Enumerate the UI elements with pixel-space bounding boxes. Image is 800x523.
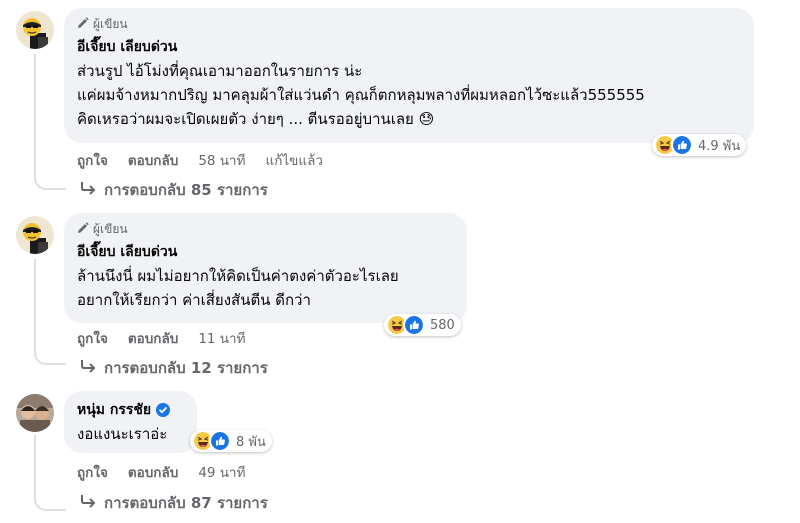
reply-button[interactable]: ตอบกลับ xyxy=(128,149,178,171)
comment-actions: ถูกใจ ตอบกลับ 11 นาที xyxy=(77,327,266,349)
thread-line xyxy=(34,54,36,171)
like-reaction-icon xyxy=(209,430,231,452)
comment-text-line: ล้านนึงนี่ ผมไม่อยากให้คิดเป็นค่าตงค่าตั… xyxy=(77,267,399,285)
pencil-icon xyxy=(77,16,89,32)
reaction-summary[interactable]: 8 พัน xyxy=(190,430,272,452)
view-replies-button[interactable]: การตอบกลับ 12 รายการ xyxy=(80,356,268,380)
author-name[interactable]: อีเจี๊ยบ เลียบด่วน xyxy=(77,243,455,261)
verified-badge-icon xyxy=(156,403,171,417)
comment-actions: ถูกใจ ตอบกลับ 58 นาที แก้ไขแล้ว xyxy=(77,149,343,171)
comment-bubble: หนุ่ม กรรชัย งอแงนะเราอ่ะ xyxy=(64,391,197,453)
author-badge: ผู้เขียน xyxy=(77,16,742,32)
thread-line xyxy=(34,259,36,347)
comment-bubble: ผู้เขียน อีเจี๊ยบ เลียบด่วน ล้านนึงนี่ ผ… xyxy=(64,213,467,323)
comment-text-line: คิดเหรอว่าผมจะเปิดเผยตัว ง่ายๆ ... ตีนรอ… xyxy=(77,110,435,128)
comment-text-line: แค่ผมจ้างหมากปริญ มาคลุมผ้าใส่แว่นดำ คุณ… xyxy=(77,86,645,104)
comment-2: ผู้เขียน อีเจี๊ยบ เลียบด่วน ล้านนึงนี่ ผ… xyxy=(0,205,800,377)
replies-label: การตอบกลับ 87 รายการ xyxy=(104,494,268,512)
avatar[interactable] xyxy=(16,11,54,49)
timestamp[interactable]: 49 นาที xyxy=(198,461,245,483)
avatar[interactable] xyxy=(16,394,54,432)
reply-button[interactable]: ตอบกลับ xyxy=(128,461,178,483)
author-name[interactable]: อีเจี๊ยบ เลียบด่วน xyxy=(77,38,742,56)
reply-arrow-icon xyxy=(80,181,96,199)
reply-button[interactable]: ตอบกลับ xyxy=(128,327,178,349)
reply-arrow-icon xyxy=(80,359,96,377)
like-button[interactable]: ถูกใจ xyxy=(77,149,108,171)
reaction-summary[interactable]: 4.9 พัน xyxy=(652,134,747,156)
author-badge: ผู้เขียน xyxy=(77,221,455,237)
timestamp[interactable]: 11 นาที xyxy=(198,327,245,349)
replies-label: การตอบกลับ 12 รายการ xyxy=(104,359,268,377)
view-replies-button[interactable]: การตอบกลับ 85 รายการ xyxy=(80,178,268,202)
reaction-summary[interactable]: 580 xyxy=(384,314,461,336)
thread-curve xyxy=(34,345,66,365)
comment-bubble: ผู้เขียน อีเจี๊ยบ เลียบด่วน ส่วนรูป ไอ้โ… xyxy=(64,8,754,143)
comment-1: ผู้เขียน อีเจี๊ยบ เลียบด่วน ส่วนรูป ไอ้โ… xyxy=(0,0,800,200)
thread-curve xyxy=(34,170,66,190)
reaction-count: 4.9 พัน xyxy=(698,138,741,154)
replies-label: การตอบกลับ 85 รายการ xyxy=(104,181,268,199)
like-reaction-icon xyxy=(671,134,693,156)
like-button[interactable]: ถูกใจ xyxy=(77,327,108,349)
pencil-icon xyxy=(77,221,89,237)
reaction-count: 8 พัน xyxy=(236,434,266,450)
author-name[interactable]: หนุ่ม กรรชัย xyxy=(77,401,185,419)
comment-actions: ถูกใจ ตอบกลับ 49 นาที xyxy=(77,461,266,483)
like-button[interactable]: ถูกใจ xyxy=(77,461,108,483)
comment-text-line: ส่วนรูป ไอ้โม่งที่คุณเอามาออกในรายการ น่… xyxy=(77,62,363,80)
view-replies-button[interactable]: การตอบกลับ 87 รายการ xyxy=(80,491,268,515)
thread-curve xyxy=(34,491,66,511)
comment-text-line: อยากให้เรียกว่า ค่าเสี่ยงสันตีน ดีกว่า xyxy=(77,291,311,309)
reply-arrow-icon xyxy=(80,494,96,512)
author-name-label: หนุ่ม กรรชัย xyxy=(77,402,152,418)
edited-label: แก้ไขแล้ว xyxy=(265,153,323,169)
author-badge-label: ผู้เขียน xyxy=(93,221,128,236)
comment-3: หนุ่ม กรรชัย งอแงนะเราอ่ะ 8 พัน ถูกใจ ตอ… xyxy=(0,385,800,523)
like-reaction-icon xyxy=(403,314,425,336)
comment-text-line: งอแงนะเราอ่ะ xyxy=(77,425,168,443)
author-badge-label: ผู้เขียน xyxy=(93,16,128,31)
avatar[interactable] xyxy=(16,216,54,254)
thread-line xyxy=(34,435,36,493)
timestamp[interactable]: 58 นาที xyxy=(198,149,245,171)
reaction-count: 580 xyxy=(430,317,455,333)
